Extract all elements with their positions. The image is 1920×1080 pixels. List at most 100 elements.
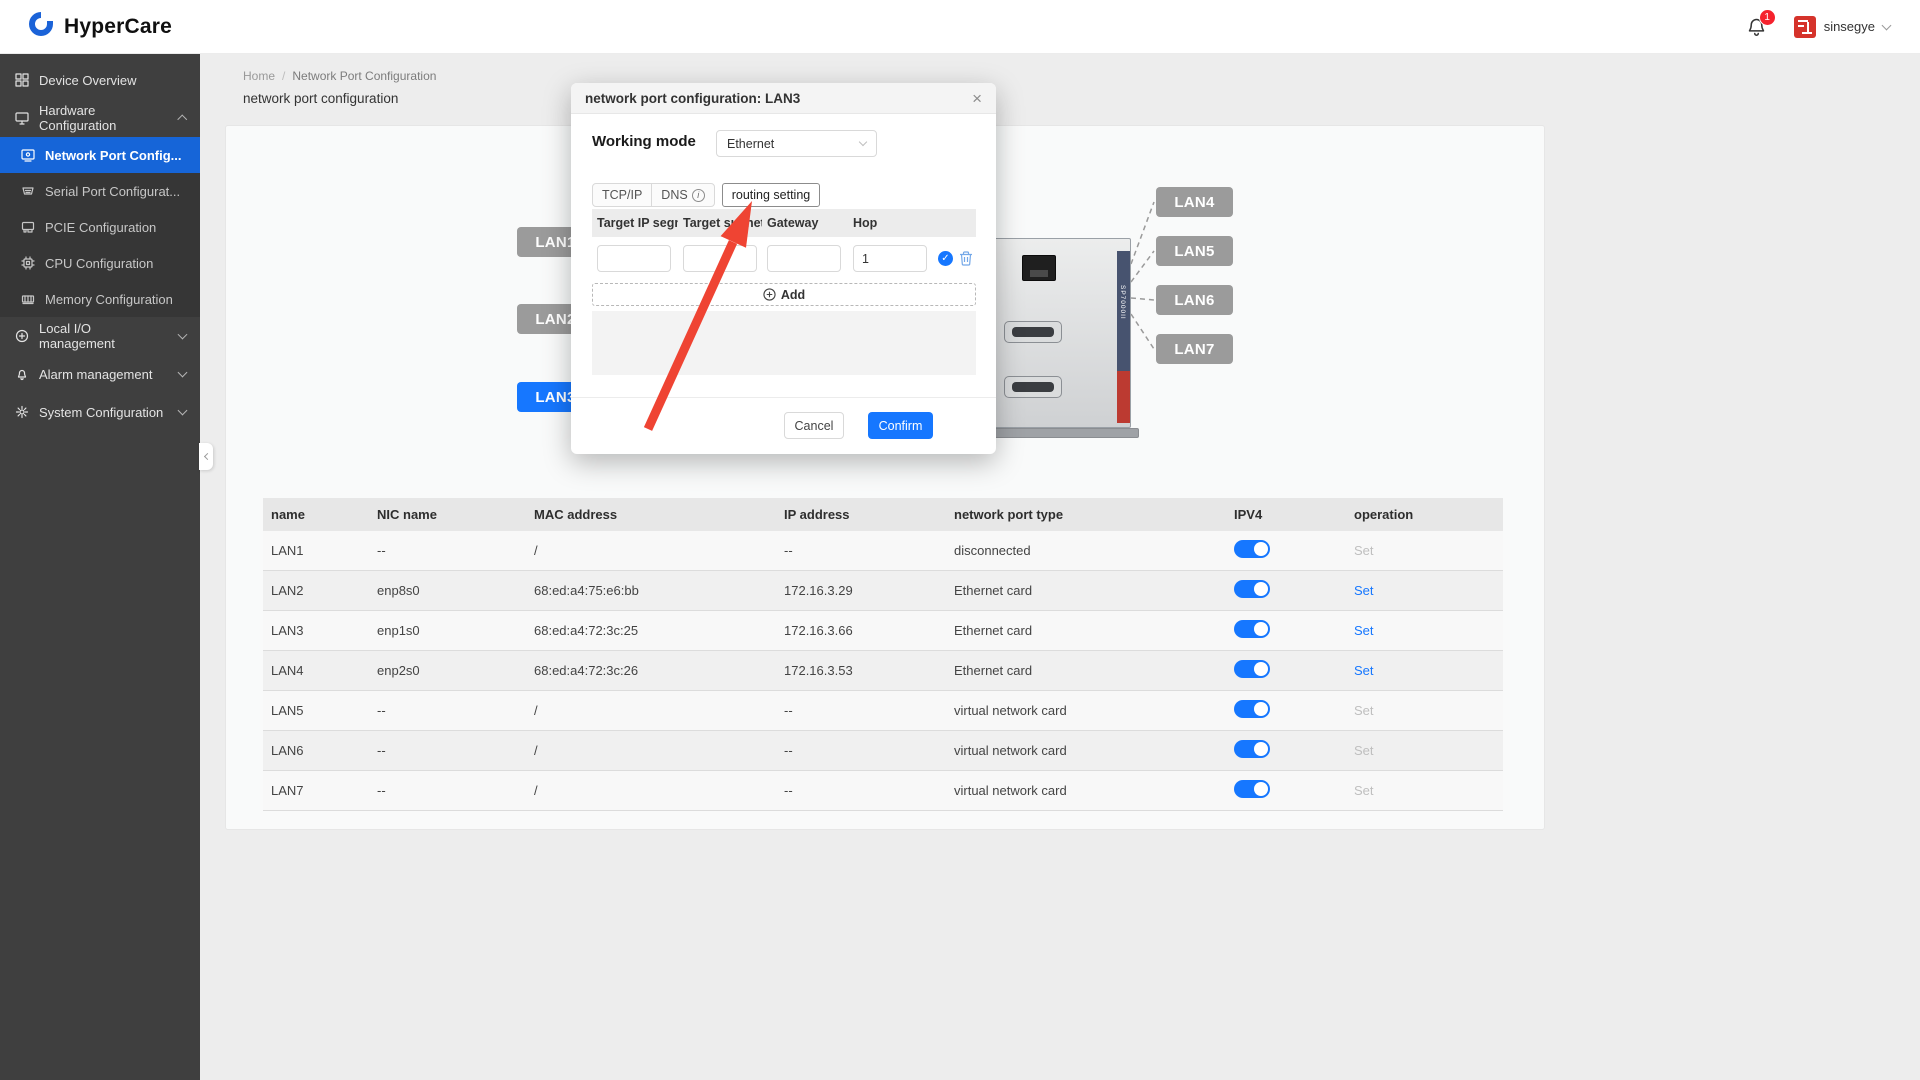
modal-tabs: TCP/IP DNS i routing setting [592, 183, 821, 207]
ipv4-toggle[interactable] [1234, 780, 1270, 798]
sidebar-collapse-handle[interactable] [199, 443, 213, 470]
cell-name: LAN1 [271, 543, 304, 558]
route-column-header: Target IP segme [597, 216, 678, 230]
brand: HyperCare [26, 9, 172, 44]
cell-name: LAN4 [271, 663, 304, 678]
cell-port-type: disconnected [954, 543, 1031, 558]
chevron-down-icon [177, 329, 188, 340]
cell-mac-address: / [534, 543, 538, 558]
device-serial-connector-2 [1004, 376, 1062, 398]
sidebar-item-alarm-management[interactable]: Alarm management [0, 355, 200, 393]
chevron-down-icon [858, 137, 868, 147]
modal-footer-divider [571, 397, 996, 398]
cancel-button[interactable]: Cancel [784, 412, 844, 439]
cell-mac-address: 68:ed:a4:72:3c:25 [534, 623, 639, 638]
lan-button-lan6[interactable]: LAN6 [1156, 285, 1233, 315]
cell-nic-name: enp1s0 [377, 623, 420, 638]
device-base [981, 428, 1139, 438]
column-header: NIC name [377, 507, 437, 522]
sidebar-item-memory-configuration[interactable]: Memory Configuration [0, 281, 200, 317]
cell-ip-address: 172.16.3.66 [784, 623, 853, 638]
lan-button-lan5[interactable]: LAN5 [1156, 236, 1233, 266]
cell-ip-address: -- [784, 743, 793, 758]
set-link: Set [1354, 743, 1374, 758]
notification-badge: 1 [1758, 8, 1776, 26]
close-icon[interactable]: × [972, 90, 982, 107]
system-icon [14, 405, 29, 420]
breadcrumb-separator: / [282, 69, 286, 83]
route-column-header: Hop [853, 216, 878, 230]
table-row-lan6: LAN6 -- / -- virtual network card Set [263, 731, 1503, 771]
route-row: ✓ [592, 240, 976, 278]
user-menu[interactable]: sinsegye [1793, 15, 1892, 38]
lan-button-lan4[interactable]: LAN4 [1156, 187, 1233, 217]
modal-network-port-config: network port configuration: LAN3 × Worki… [571, 83, 996, 454]
cell-ip-address: 172.16.3.29 [784, 583, 853, 598]
target-ip-input[interactable] [597, 245, 671, 272]
working-mode-select[interactable]: Ethernet [716, 130, 877, 157]
target-subnet-input[interactable] [683, 245, 757, 272]
set-link: Set [1354, 703, 1374, 718]
set-link[interactable]: Set [1354, 623, 1374, 638]
cell-mac-address: / [534, 783, 538, 798]
sidebar-item-system-configuration[interactable]: System Configuration [0, 393, 200, 431]
tab-routing-setting[interactable]: routing setting [721, 183, 821, 207]
cell-nic-name: -- [377, 743, 386, 758]
set-link[interactable]: Set [1354, 663, 1374, 678]
sidebar-item-serial-port-configurat[interactable]: Serial Port Configurat... [0, 173, 200, 209]
cpu-icon [20, 256, 35, 271]
set-link: Set [1354, 783, 1374, 798]
column-header: IP address [784, 507, 850, 522]
chevron-down-icon [177, 405, 188, 416]
cell-name: LAN2 [271, 583, 304, 598]
hop-input[interactable] [853, 245, 927, 272]
sidebar-item-hardware-configuration[interactable]: Hardware Configuration [0, 99, 200, 137]
sidebar-item-local-i-o-management[interactable]: Local I/O management [0, 317, 200, 355]
cell-nic-name: -- [377, 703, 386, 718]
ipv4-toggle[interactable] [1234, 540, 1270, 558]
sidebar-item-device-overview[interactable]: Device Overview [0, 61, 200, 99]
confirm-row-check-icon[interactable]: ✓ [938, 251, 953, 266]
io-icon [14, 329, 29, 344]
sidebar-item-pcie-configuration[interactable]: PCIE Configuration [0, 209, 200, 245]
modal-title: network port configuration: LAN3 [585, 90, 801, 106]
breadcrumb: Home / Network Port Configuration [243, 69, 436, 83]
notifications-button[interactable]: 1 [1746, 8, 1776, 42]
device-red-stripe [1117, 371, 1130, 423]
route-table-empty-area [592, 311, 976, 375]
device-model-label: SP7000II [1119, 285, 1126, 320]
ipv4-toggle[interactable] [1234, 580, 1270, 598]
cell-ip-address: 172.16.3.53 [784, 663, 853, 678]
breadcrumb-current: Network Port Configuration [292, 69, 437, 83]
bell-icon [1746, 18, 1767, 42]
delete-row-trash-icon[interactable] [959, 251, 973, 266]
route-column-header: Target subnet [683, 216, 762, 230]
set-link[interactable]: Set [1354, 583, 1374, 598]
cell-port-type: virtual network card [954, 743, 1067, 758]
device-side-stripe: SP7000II [1117, 251, 1130, 371]
breadcrumb-home[interactable]: Home [243, 69, 275, 83]
brand-name: HyperCare [64, 14, 173, 38]
ipv4-toggle[interactable] [1234, 620, 1270, 638]
sidebar-menu: Device Overview Hardware Configuration Net… [0, 54, 200, 431]
column-header: MAC address [534, 507, 618, 522]
gateway-input[interactable] [767, 245, 841, 272]
add-route-button[interactable]: Add [592, 283, 976, 306]
cell-mac-address: 68:ed:a4:75:e6:bb [534, 583, 639, 598]
tab-tcp-ip[interactable]: TCP/IP [592, 183, 653, 207]
sidebar-item-network-port-config[interactable]: Network Port Config... [0, 137, 200, 173]
table-row-lan4: LAN4 enp2s0 68:ed:a4:72:3c:26 172.16.3.53 Et… [263, 651, 1503, 691]
cell-ip-address: -- [784, 543, 793, 558]
cell-nic-name: enp2s0 [377, 663, 420, 678]
ipv4-toggle[interactable] [1234, 740, 1270, 758]
tab-dns[interactable]: DNS i [651, 183, 715, 207]
column-header: network port type [954, 507, 1064, 522]
route-column-header: Gateway [767, 216, 819, 230]
ipv4-toggle[interactable] [1234, 700, 1270, 718]
sidebar-item-cpu-configuration[interactable]: CPU Configuration [0, 245, 200, 281]
confirm-button[interactable]: Confirm [868, 412, 933, 439]
modal-header: network port configuration: LAN3 × [571, 83, 996, 114]
cell-port-type: Ethernet card [954, 623, 1033, 638]
ipv4-toggle[interactable] [1234, 660, 1270, 678]
lan-button-lan7[interactable]: LAN7 [1156, 334, 1233, 364]
